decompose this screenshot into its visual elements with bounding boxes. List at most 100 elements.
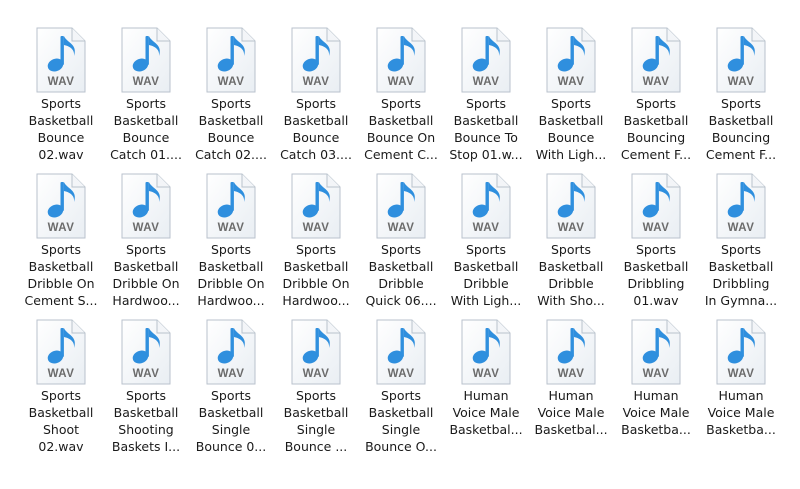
file-name[interactable]: Sports Basketball Shoot 02.wav [21, 387, 101, 455]
file-item[interactable]: WAV Sports Basketball Bounce On Cement C.… [361, 27, 441, 169]
wav-file-icon: WAV [629, 27, 683, 93]
file-name[interactable]: Sports Basketball Dribble Quick 06.... [361, 241, 441, 309]
file-name[interactable]: Sports Basketball Bouncing Cement F... [616, 95, 696, 163]
file-item[interactable]: WAV Sports Basketball Dribble On Hardwoo.… [191, 173, 271, 315]
wav-file-icon: WAV [544, 319, 598, 385]
file-item[interactable]: WAV Sports Basketball Bounce 02.wav [21, 27, 101, 169]
wav-file-icon: WAV [289, 27, 343, 93]
file-name[interactable]: Sports Basketball Single Bounce ... [276, 387, 356, 455]
wav-file-icon: WAV [119, 319, 173, 385]
file-name[interactable]: Sports Basketball Dribble On Hardwoo... [191, 241, 271, 309]
wav-file-icon: WAV [34, 319, 88, 385]
wav-file-icon: WAV [374, 173, 428, 239]
file-name[interactable]: Human Voice Male Basketbal... [446, 387, 526, 438]
wav-file-icon: WAV [714, 173, 768, 239]
file-name[interactable]: Sports Basketball Bouncing Cement F... [701, 95, 781, 163]
file-name[interactable]: Sports Basketball Bounce Catch 03.... [276, 95, 356, 163]
file-name[interactable]: Sports Basketball Bounce On Cement C... [361, 95, 441, 163]
file-name[interactable]: Sports Basketball Bounce 02.wav [21, 95, 101, 163]
file-name[interactable]: Human Voice Male Basketbal... [531, 387, 611, 438]
file-item[interactable]: WAV Sports Basketball Dribble On Hardwoo.… [106, 173, 186, 315]
file-name[interactable]: Sports Basketball Single Bounce 0... [191, 387, 271, 455]
wav-file-icon: WAV [374, 27, 428, 93]
file-name[interactable]: Sports Basketball Shooting Baskets I... [106, 387, 186, 455]
file-item[interactable]: WAV Human Voice Male Basketbal... [531, 319, 611, 461]
wav-badge-text: WAV [303, 222, 330, 234]
wav-badge-text: WAV [388, 368, 415, 380]
file-item[interactable]: WAV Sports Basketball Bouncing Cement F..… [701, 27, 781, 169]
file-item[interactable]: WAV Sports Basketball Single Bounce 0... [191, 319, 271, 461]
wav-file-icon: WAV [629, 319, 683, 385]
file-name[interactable]: Sports Basketball Dribbling In Gymna... [701, 241, 781, 309]
file-item[interactable]: WAV Sports Basketball Single Bounce ... [276, 319, 356, 461]
wav-badge-text: WAV [643, 222, 670, 234]
wav-badge-text: WAV [558, 76, 585, 88]
wav-badge-text: WAV [728, 368, 755, 380]
file-name[interactable]: Sports Basketball Dribbling 01.wav [616, 241, 696, 309]
wav-badge-text: WAV [643, 76, 670, 88]
wav-file-icon: WAV [544, 173, 598, 239]
file-name[interactable]: Sports Basketball Dribble With Ligh... [446, 241, 526, 309]
wav-badge-text: WAV [133, 368, 160, 380]
wav-file-icon: WAV [119, 173, 173, 239]
file-name[interactable]: Human Voice Male Basketba... [701, 387, 781, 438]
wav-file-icon: WAV [204, 27, 258, 93]
file-item[interactable]: WAV Human Voice Male Basketba... [616, 319, 696, 461]
wav-file-icon: WAV [289, 173, 343, 239]
file-item[interactable]: WAV Sports Basketball Shooting Baskets I.… [106, 319, 186, 461]
file-grid: WAV Sports Basketball Bounce 02.wav WAV Spo… [0, 0, 800, 489]
file-item[interactable]: WAV Human Voice Male Basketba... [701, 319, 781, 461]
file-item[interactable]: WAV Sports Basketball Single Bounce O... [361, 319, 441, 461]
file-item[interactable]: WAV Sports Basketball Bounce With Ligh... [531, 27, 611, 169]
wav-badge-text: WAV [728, 222, 755, 234]
wav-badge-text: WAV [48, 368, 75, 380]
wav-file-icon: WAV [714, 319, 768, 385]
file-name[interactable]: Sports Basketball Bounce Catch 02.... [191, 95, 271, 163]
file-item[interactable]: WAV Sports Basketball Dribbling In Gymna.… [701, 173, 781, 315]
wav-badge-text: WAV [48, 76, 75, 88]
wav-badge-text: WAV [473, 222, 500, 234]
wav-badge-text: WAV [643, 368, 670, 380]
file-item[interactable]: WAV Human Voice Male Basketbal... [446, 319, 526, 461]
file-item[interactable]: WAV Sports Basketball Bounce To Stop 01.w… [446, 27, 526, 169]
wav-file-icon: WAV [459, 173, 513, 239]
file-name[interactable]: Sports Basketball Dribble On Cement S... [21, 241, 101, 309]
file-name[interactable]: Sports Basketball Bounce Catch 01.... [106, 95, 186, 163]
file-item[interactable]: WAV Sports Basketball Dribble On Hardwoo.… [276, 173, 356, 315]
file-item[interactable]: WAV Sports Basketball Bounce Catch 02.... [191, 27, 271, 169]
wav-badge-text: WAV [218, 76, 245, 88]
file-name[interactable]: Sports Basketball Dribble With Sho... [531, 241, 611, 309]
file-item[interactable]: WAV Sports Basketball Dribble Quick 06...… [361, 173, 441, 315]
file-item[interactable]: WAV Sports Basketball Dribbling 01.wav [616, 173, 696, 315]
file-name[interactable]: Sports Basketball Bounce To Stop 01.w... [446, 95, 526, 163]
wav-badge-text: WAV [133, 222, 160, 234]
wav-file-icon: WAV [34, 27, 88, 93]
wav-file-icon: WAV [204, 173, 258, 239]
file-item[interactable]: WAV Sports Basketball Bouncing Cement F..… [616, 27, 696, 169]
wav-file-icon: WAV [34, 173, 88, 239]
wav-badge-text: WAV [303, 368, 330, 380]
file-name[interactable]: Sports Basketball Dribble On Hardwoo... [106, 241, 186, 309]
wav-file-icon: WAV [289, 319, 343, 385]
wav-badge-text: WAV [473, 368, 500, 380]
file-name[interactable]: Sports Basketball Bounce With Ligh... [531, 95, 611, 163]
file-name[interactable]: Sports Basketball Single Bounce O... [361, 387, 441, 455]
file-item[interactable]: WAV Sports Basketball Dribble On Cement S… [21, 173, 101, 315]
wav-badge-text: WAV [218, 222, 245, 234]
wav-badge-text: WAV [218, 368, 245, 380]
wav-badge-text: WAV [48, 222, 75, 234]
file-item[interactable]: WAV Sports Basketball Dribble With Sho... [531, 173, 611, 315]
file-item[interactable]: WAV Sports Basketball Dribble With Ligh..… [446, 173, 526, 315]
file-name[interactable]: Human Voice Male Basketba... [616, 387, 696, 438]
file-item[interactable]: WAV Sports Basketball Shoot 02.wav [21, 319, 101, 461]
file-name[interactable]: Sports Basketball Dribble On Hardwoo... [276, 241, 356, 309]
file-item[interactable]: WAV Sports Basketball Bounce Catch 01.... [106, 27, 186, 169]
wav-badge-text: WAV [388, 76, 415, 88]
file-item[interactable]: WAV Sports Basketball Bounce Catch 03.... [276, 27, 356, 169]
wav-badge-text: WAV [303, 76, 330, 88]
wav-file-icon: WAV [629, 173, 683, 239]
wav-file-icon: WAV [374, 319, 428, 385]
wav-badge-text: WAV [558, 222, 585, 234]
wav-badge-text: WAV [133, 76, 160, 88]
wav-file-icon: WAV [714, 27, 768, 93]
